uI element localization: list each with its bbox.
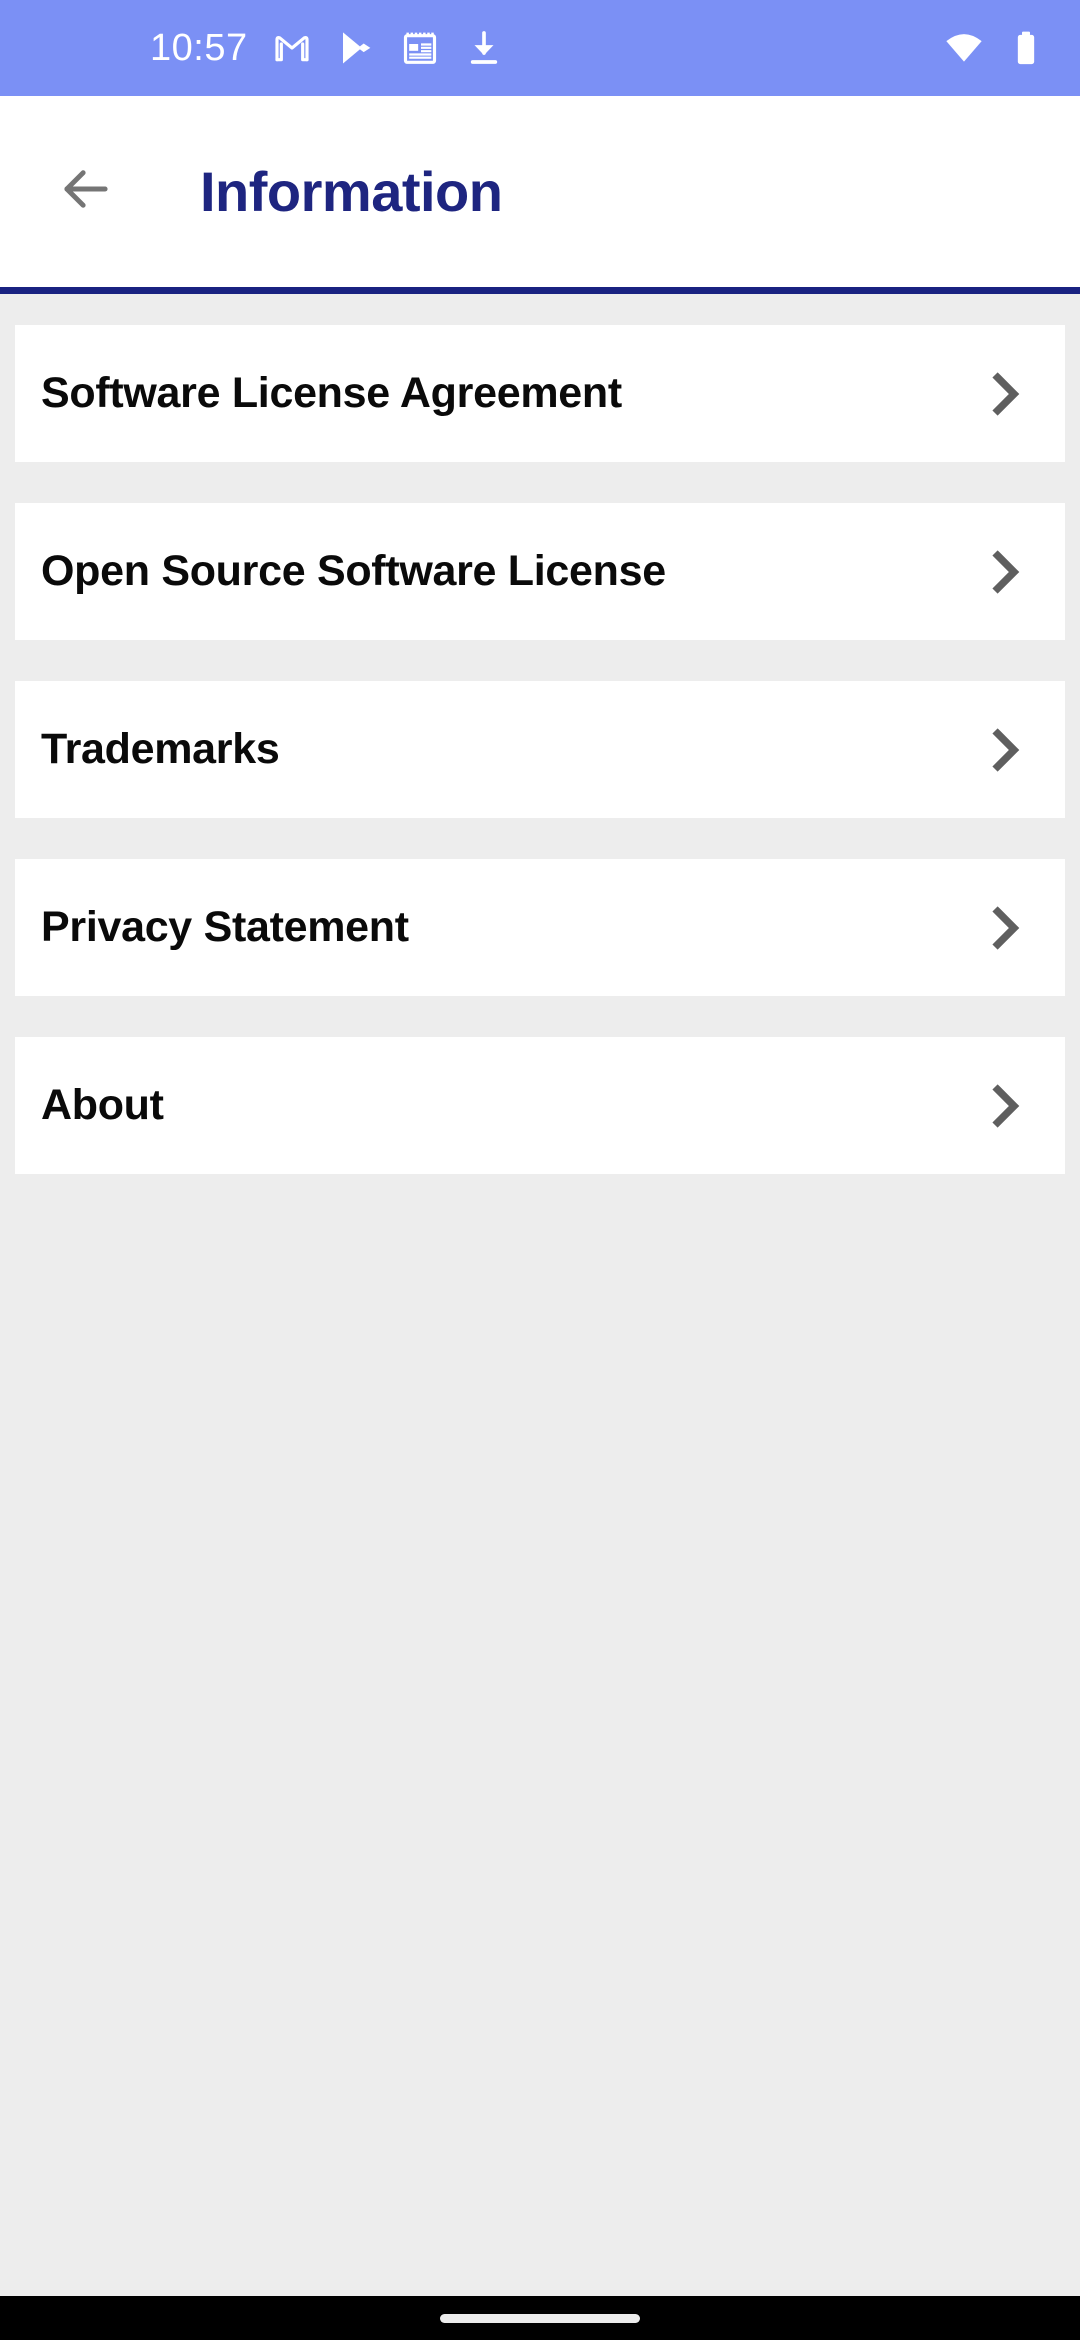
list-item-label: Open Source Software License xyxy=(41,547,666,595)
information-list: Software License Agreement Open Source S… xyxy=(0,294,1080,2296)
page-title: Information xyxy=(200,159,503,223)
battery-icon xyxy=(1006,28,1046,68)
gmail-icon xyxy=(272,28,312,68)
list-item-label: Trademarks xyxy=(41,725,280,773)
list-item-label: Software License Agreement xyxy=(41,369,622,417)
wifi-icon xyxy=(944,28,984,68)
download-icon xyxy=(464,28,504,68)
back-button[interactable] xyxy=(48,154,124,230)
status-bar-right xyxy=(944,28,1046,68)
news-icon xyxy=(400,28,440,68)
status-bar-left: 10:57 xyxy=(150,28,504,68)
list-item-open-source-software-license[interactable]: Open Source Software License xyxy=(15,503,1065,640)
chevron-right-icon xyxy=(975,1076,1035,1136)
system-navigation-bar xyxy=(0,2296,1080,2340)
chevron-right-icon xyxy=(975,364,1035,424)
play-store-icon xyxy=(336,28,376,68)
back-arrow-icon xyxy=(55,158,117,225)
status-bar-clock: 10:57 xyxy=(150,27,248,69)
chevron-right-icon xyxy=(975,898,1035,958)
phone-screen: 10:57 Information Software License Agree… xyxy=(0,0,1080,2340)
status-bar: 10:57 xyxy=(0,0,1080,96)
gesture-handle[interactable] xyxy=(440,2313,640,2323)
list-item-trademarks[interactable]: Trademarks xyxy=(15,681,1065,818)
chevron-right-icon xyxy=(975,720,1035,780)
chevron-right-icon xyxy=(975,542,1035,602)
list-item-label: Privacy Statement xyxy=(41,903,409,951)
list-item-software-license-agreement[interactable]: Software License Agreement xyxy=(15,325,1065,462)
app-bar: Information xyxy=(0,96,1080,294)
list-item-about[interactable]: About xyxy=(15,1037,1065,1174)
list-item-label: About xyxy=(41,1081,164,1129)
list-item-privacy-statement[interactable]: Privacy Statement xyxy=(15,859,1065,996)
